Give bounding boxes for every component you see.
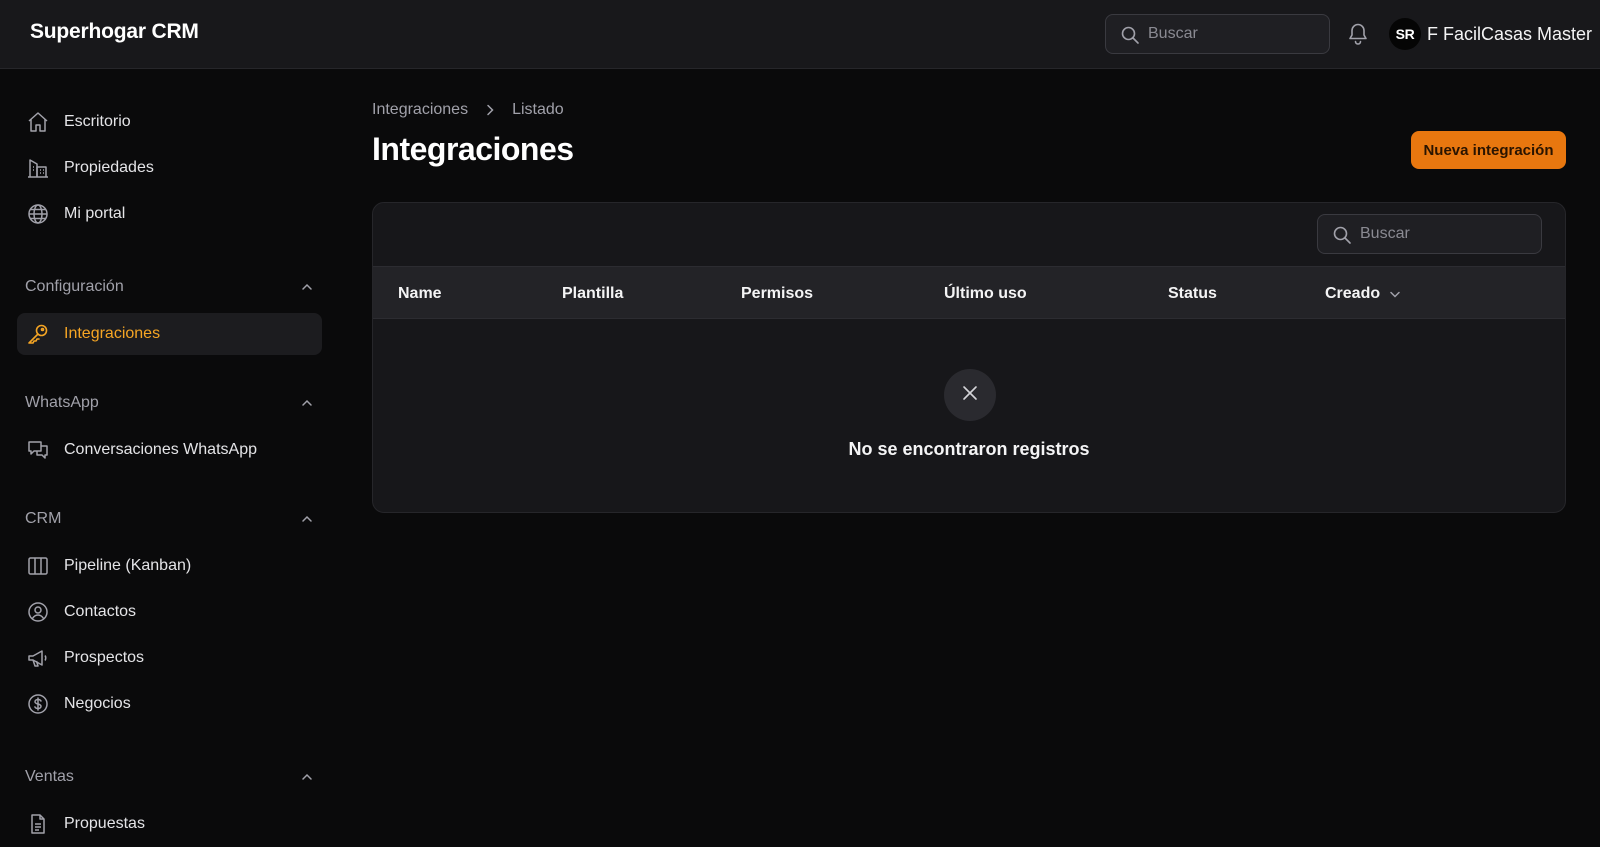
global-search-input[interactable] bbox=[1148, 15, 1319, 53]
chevron-down-icon bbox=[1388, 287, 1402, 301]
sidebar-group-ventas[interactable]: Ventas bbox=[25, 765, 315, 789]
user-circle-icon bbox=[26, 600, 50, 624]
sidebar-item-propiedades[interactable]: Propiedades bbox=[17, 147, 322, 189]
sidebar-item-label: Integraciones bbox=[64, 325, 161, 342]
empty-state-message: No se encontraron registros bbox=[848, 439, 1090, 459]
column-header-plantilla[interactable]: Plantilla bbox=[562, 267, 623, 320]
user-name: F FacilCasas Master bbox=[1427, 23, 1593, 44]
sidebar-item-contactos[interactable]: Contactos bbox=[17, 591, 322, 633]
sidebar-item-label: Propiedades bbox=[64, 159, 154, 176]
sidebar-item-propuestas[interactable]: Propuestas bbox=[17, 803, 322, 845]
column-header-permisos[interactable]: Permisos bbox=[741, 267, 813, 320]
search-icon bbox=[1332, 225, 1352, 245]
breadcrumb: Integraciones Listado bbox=[372, 101, 564, 119]
column-header-name[interactable]: Name bbox=[398, 267, 442, 320]
search-icon bbox=[1120, 25, 1140, 45]
sidebar-group-label: WhatsApp bbox=[25, 394, 99, 411]
sidebar-item-label: Escritorio bbox=[64, 113, 131, 130]
building-icon bbox=[26, 156, 50, 180]
bell-icon[interactable] bbox=[1347, 22, 1369, 46]
dollar-circle-icon bbox=[26, 692, 50, 716]
sidebar-group-label: Ventas bbox=[25, 768, 74, 785]
sidebar-item-label: Mi portal bbox=[64, 205, 126, 222]
sidebar-group-whatsapp[interactable]: WhatsApp bbox=[25, 391, 315, 415]
chevron-up-icon bbox=[299, 511, 315, 527]
sidebar-item-label: Negocios bbox=[64, 695, 131, 712]
sidebar-item-label: Propuestas bbox=[64, 815, 145, 832]
sidebar-group-label: Configuración bbox=[25, 278, 124, 295]
key-icon bbox=[26, 322, 50, 346]
sidebar-item-label: Pipeline (Kanban) bbox=[64, 557, 192, 574]
integrations-table: Name Plantilla Permisos Último uso Statu… bbox=[372, 202, 1566, 513]
sidebar-item-escritorio[interactable]: Escritorio bbox=[17, 101, 322, 143]
globe-icon bbox=[26, 202, 50, 226]
megaphone-icon bbox=[26, 646, 50, 670]
sidebar-item-negocios[interactable]: Negocios bbox=[17, 683, 322, 725]
sidebar-item-label: Contactos bbox=[64, 603, 137, 620]
sidebar-item-label: Conversaciones WhatsApp bbox=[64, 441, 257, 458]
sidebar-group-configuracion[interactable]: Configuración bbox=[25, 275, 315, 299]
global-search[interactable] bbox=[1105, 14, 1330, 54]
sidebar-group-label: CRM bbox=[25, 510, 62, 527]
columns-icon bbox=[26, 554, 50, 578]
chevron-up-icon bbox=[299, 769, 315, 785]
table-search[interactable] bbox=[1317, 214, 1542, 254]
breadcrumb-parent[interactable]: Integraciones bbox=[372, 101, 468, 119]
empty-state-icon-badge bbox=[944, 369, 996, 421]
sidebar-item-label: Prospectos bbox=[64, 649, 145, 666]
avatar: SR bbox=[1389, 18, 1421, 50]
chat-icon bbox=[26, 438, 50, 462]
sidebar-item-pipeline-kanban[interactable]: Pipeline (Kanban) bbox=[17, 545, 322, 587]
breadcrumb-current: Listado bbox=[512, 101, 564, 118]
top-bar: Superhogar CRM SR F FacilCasas Master bbox=[0, 0, 1600, 69]
table-header: Name Plantilla Permisos Último uso Statu… bbox=[373, 266, 1565, 319]
table-search-input[interactable] bbox=[1360, 215, 1531, 253]
column-header-ultimo-uso[interactable]: Último uso bbox=[944, 267, 1027, 320]
column-header-label: Creado bbox=[1325, 284, 1381, 302]
sidebar-item-integraciones[interactable]: Integraciones bbox=[17, 313, 322, 355]
sidebar-item-mi-portal[interactable]: Mi portal bbox=[17, 193, 322, 235]
sidebar-item-prospectos[interactable]: Prospectos bbox=[17, 637, 322, 679]
sidebar-item-conversaciones-whatsapp[interactable]: Conversaciones WhatsApp bbox=[17, 429, 322, 471]
document-icon bbox=[26, 812, 50, 836]
column-header-status[interactable]: Status bbox=[1168, 267, 1217, 320]
brand-logo[interactable]: Superhogar CRM bbox=[30, 20, 199, 44]
sidebar-group-crm[interactable]: CRM bbox=[25, 507, 315, 531]
home-icon bbox=[26, 110, 50, 134]
chevron-right-icon bbox=[482, 102, 498, 118]
column-header-creado[interactable]: Creado bbox=[1325, 267, 1402, 320]
page-title: Integraciones bbox=[372, 131, 574, 167]
chevron-up-icon bbox=[299, 395, 315, 411]
sidebar: Escritorio Propiedades Mi portal Configu… bbox=[0, 69, 340, 847]
chevron-up-icon bbox=[299, 279, 315, 295]
new-integration-button[interactable]: Nueva integración bbox=[1411, 131, 1566, 169]
user-menu[interactable]: SR F FacilCasas Master bbox=[1389, 18, 1592, 50]
close-icon bbox=[960, 383, 980, 408]
